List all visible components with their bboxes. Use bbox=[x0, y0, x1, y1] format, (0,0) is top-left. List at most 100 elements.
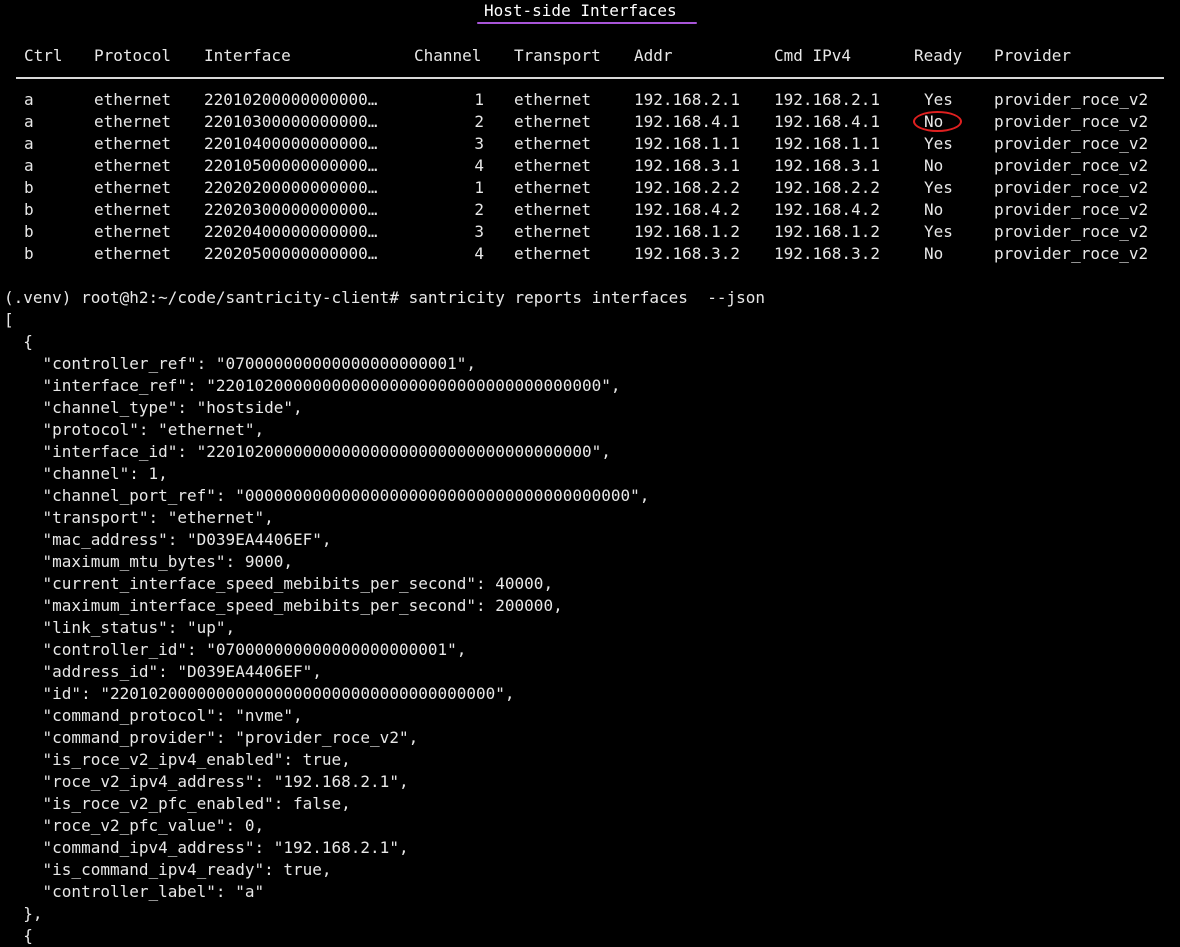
cell-transport: ethernet bbox=[514, 156, 592, 175]
json-output-line: "link_status": "up", bbox=[4, 618, 236, 637]
column-header-channel: Channel bbox=[414, 46, 482, 65]
cell-provider: provider_roce_v2 bbox=[994, 112, 1149, 131]
column-header-transport: Transport bbox=[514, 46, 601, 65]
cell-ready: Yes bbox=[924, 178, 953, 197]
cell-cmd-ipv4: 192.168.2.1 bbox=[774, 90, 880, 109]
json-output-line: "controller_label": "a" bbox=[4, 882, 265, 901]
terminal-output: (.venv) root@h2:~/code/santricity-client… bbox=[4, 287, 1180, 947]
cell-addr: 192.168.2.1 bbox=[634, 90, 740, 109]
table-row: a ethernet 22010300000000000… 2 ethernet 192.… bbox=[0, 111, 1180, 133]
cell-transport: ethernet bbox=[514, 178, 592, 197]
cell-channel: 3 bbox=[474, 134, 484, 153]
shell-command-line[interactable]: (.venv) root@h2:~/code/santricity-client… bbox=[4, 287, 1180, 309]
cell-channel: 4 bbox=[474, 156, 484, 175]
cell-addr: 192.168.3.1 bbox=[634, 156, 740, 175]
json-output-line: "transport": "ethernet", bbox=[4, 508, 274, 527]
table-row: b ethernet 22020200000000000… 1 ethernet 192.… bbox=[0, 177, 1180, 199]
cell-ctrl: b bbox=[24, 244, 34, 263]
cell-transport: ethernet bbox=[514, 90, 592, 109]
json-output-line: "address_id": "D039EA4406EF", bbox=[4, 662, 322, 681]
cell-protocol: ethernet bbox=[94, 134, 172, 153]
cell-addr: 192.168.1.1 bbox=[634, 134, 740, 153]
cell-interface: 22010500000000000… bbox=[204, 156, 378, 175]
table-row: b ethernet 22020300000000000… 2 ethernet 192.… bbox=[0, 199, 1180, 221]
cell-interface: 22020500000000000… bbox=[204, 244, 378, 263]
json-output-line: { bbox=[4, 332, 33, 351]
cell-interface: 22020400000000000… bbox=[204, 222, 378, 241]
cell-transport: ethernet bbox=[514, 222, 592, 241]
cell-ctrl: b bbox=[24, 200, 34, 219]
cell-protocol: ethernet bbox=[94, 178, 172, 197]
cell-protocol: ethernet bbox=[94, 222, 172, 241]
cell-channel: 2 bbox=[474, 200, 484, 219]
cell-addr: 192.168.3.2 bbox=[634, 244, 740, 263]
cell-ready: No bbox=[924, 200, 944, 219]
title-underline bbox=[477, 22, 697, 24]
cell-ctrl: a bbox=[24, 112, 34, 131]
json-output-line: { bbox=[4, 926, 33, 945]
column-header-ctrl: Ctrl bbox=[24, 46, 63, 65]
json-output-line: "maximum_mtu_bytes": 9000, bbox=[4, 552, 293, 571]
json-output-line: "controller_ref": "070000000000000000000… bbox=[4, 354, 477, 373]
cell-provider: provider_roce_v2 bbox=[994, 156, 1149, 175]
cell-transport: ethernet bbox=[514, 134, 592, 153]
json-output-line: "is_roce_v2_pfc_enabled": false, bbox=[4, 794, 351, 813]
json-output-line: "controller_id": "0700000000000000000000… bbox=[4, 640, 467, 659]
cell-ctrl: a bbox=[24, 134, 34, 153]
cell-channel: 4 bbox=[474, 244, 484, 263]
cell-interface: 22010300000000000… bbox=[204, 112, 378, 131]
json-output-line: [ bbox=[4, 310, 14, 329]
cell-interface: 22010200000000000… bbox=[204, 90, 378, 109]
json-output-line: "protocol": "ethernet", bbox=[4, 420, 265, 439]
cell-channel: 2 bbox=[474, 112, 484, 131]
cell-ready: No bbox=[924, 244, 944, 263]
page-title: Host-side Interfaces bbox=[484, 1, 677, 20]
cell-protocol: ethernet bbox=[94, 112, 172, 131]
cell-cmd-ipv4: 192.168.4.1 bbox=[774, 112, 880, 131]
column-header-cmd-ipv4: Cmd IPv4 bbox=[774, 46, 852, 65]
column-header-ready: Ready bbox=[914, 46, 963, 65]
cell-protocol: ethernet bbox=[94, 200, 172, 219]
cell-addr: 192.168.1.2 bbox=[634, 222, 740, 241]
cell-protocol: ethernet bbox=[94, 244, 172, 263]
json-output-line: "is_command_ipv4_ready": true, bbox=[4, 860, 332, 879]
cell-interface: 22020300000000000… bbox=[204, 200, 378, 219]
table-row: b ethernet 22020400000000000… 3 ethernet 192.… bbox=[0, 221, 1180, 243]
column-header-interface: Interface bbox=[204, 46, 291, 65]
table-header-row: Ctrl Protocol Interface Channel Transpor… bbox=[0, 45, 1180, 67]
json-output-line: "channel_type": "hostside", bbox=[4, 398, 303, 417]
json-output-line: "is_roce_v2_ipv4_enabled": true, bbox=[4, 750, 351, 769]
cell-protocol: ethernet bbox=[94, 156, 172, 175]
cell-protocol: ethernet bbox=[94, 90, 172, 109]
column-header-protocol: Protocol bbox=[94, 46, 172, 65]
column-header-provider: Provider bbox=[994, 46, 1072, 65]
table-row: a ethernet 22010200000000000… 1 ethernet 192.… bbox=[0, 89, 1180, 111]
json-output-line: "roce_v2_pfc_value": 0, bbox=[4, 816, 265, 835]
cell-ctrl: b bbox=[24, 178, 34, 197]
table-row: a ethernet 22010400000000000… 3 ethernet 192.… bbox=[0, 133, 1180, 155]
column-header-addr: Addr bbox=[634, 46, 673, 65]
json-output-line: "mac_address": "D039EA4406EF", bbox=[4, 530, 332, 549]
cell-cmd-ipv4: 192.168.2.2 bbox=[774, 178, 880, 197]
cell-cmd-ipv4: 192.168.1.1 bbox=[774, 134, 880, 153]
json-output-line: }, bbox=[4, 904, 43, 923]
table-row: b ethernet 22020500000000000… 4 ethernet 192.… bbox=[0, 243, 1180, 265]
cell-cmd-ipv4: 192.168.1.2 bbox=[774, 222, 880, 241]
json-output-line: "current_interface_speed_mebibits_per_se… bbox=[4, 574, 554, 593]
cell-provider: provider_roce_v2 bbox=[994, 90, 1149, 109]
table-row: a ethernet 22010500000000000… 4 ethernet 192.… bbox=[0, 155, 1180, 177]
json-output-line: "command_protocol": "nvme", bbox=[4, 706, 303, 725]
cell-ctrl: b bbox=[24, 222, 34, 241]
cell-channel: 1 bbox=[474, 178, 484, 197]
cell-ctrl: a bbox=[24, 90, 34, 109]
header-divider bbox=[16, 77, 1164, 79]
cell-channel: 1 bbox=[474, 90, 484, 109]
json-output-line: "command_provider": "provider_roce_v2", bbox=[4, 728, 419, 747]
cell-provider: provider_roce_v2 bbox=[994, 244, 1149, 263]
cell-provider: provider_roce_v2 bbox=[994, 222, 1149, 241]
cell-provider: provider_roce_v2 bbox=[994, 200, 1149, 219]
cell-transport: ethernet bbox=[514, 112, 592, 131]
cell-provider: provider_roce_v2 bbox=[994, 134, 1149, 153]
cell-transport: ethernet bbox=[514, 244, 592, 263]
cell-addr: 192.168.4.2 bbox=[634, 200, 740, 219]
